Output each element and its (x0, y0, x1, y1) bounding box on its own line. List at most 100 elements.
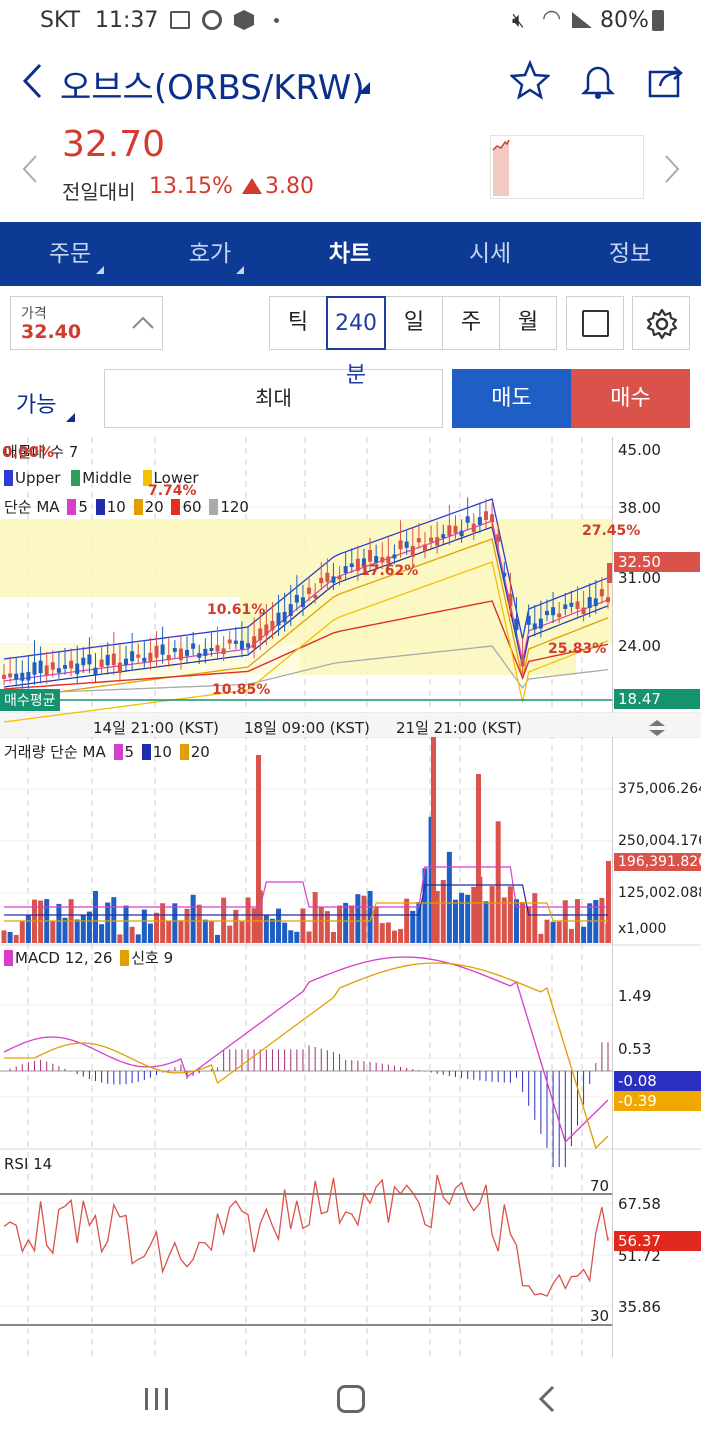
available-label[interactable]: 가능 (16, 387, 56, 419)
candle-body (117, 662, 122, 674)
tab-dropdown-icon (96, 266, 104, 274)
share-icon[interactable] (646, 60, 686, 104)
price-tick: 24.00 (618, 637, 661, 655)
ma120-swatch (209, 499, 219, 515)
home-icon[interactable] (337, 1385, 365, 1413)
tab-label: 차트 (328, 241, 372, 267)
volume-bar (312, 892, 318, 943)
gear-icon (646, 308, 678, 344)
nav-back-icon[interactable] (538, 1385, 556, 1417)
candle-body (587, 597, 592, 608)
volume-bar (221, 897, 227, 943)
volume-bar (251, 908, 257, 943)
volume-bar (355, 894, 361, 943)
back-icon[interactable] (20, 62, 46, 100)
tab-info[interactable]: 정보 (560, 222, 700, 286)
vol-ma10-label: 10 (152, 743, 172, 761)
avg-price-label: 매수평균 (0, 689, 60, 711)
volume-bar (483, 901, 489, 943)
chart-area[interactable]: 매물대 수 7 0.00% Upper Middle Lower 단순 MA 5… (0, 437, 701, 1357)
tab-order[interactable]: 주문 (0, 222, 140, 286)
volume-bar (202, 919, 208, 943)
volume-bar (337, 905, 343, 943)
candle-body (178, 648, 183, 661)
chevron-up-icon[interactable] (131, 315, 155, 335)
price-input[interactable]: 가격 32.40 (10, 296, 163, 350)
interval-tick[interactable]: 틱 (269, 296, 327, 350)
interval-week[interactable]: 주 (442, 296, 500, 350)
candle-body (368, 550, 373, 562)
candle-body (270, 620, 275, 631)
rsi-tick: 70 (590, 1177, 610, 1195)
candle-body (276, 612, 281, 626)
page-title[interactable]: 오브스(ORBS/KRW) (60, 60, 365, 109)
volume-bar (459, 892, 465, 943)
volume-bar (507, 886, 513, 943)
volume-bar (306, 931, 312, 943)
candle-body (20, 672, 25, 681)
gallery-icon (170, 11, 190, 29)
candle-body (105, 654, 110, 666)
candle-body (233, 640, 238, 644)
volume-bar (263, 915, 269, 943)
tab-chart[interactable]: 차트 (280, 222, 420, 286)
candle-body (416, 538, 421, 543)
volume-bar (404, 898, 410, 943)
bell-icon[interactable] (578, 60, 618, 104)
volume-bar (391, 930, 397, 943)
candle-body (32, 662, 37, 675)
interval-day[interactable]: 일 (385, 296, 443, 350)
change-amount: 3.80 (265, 174, 314, 199)
tab-bar: 주문 호가 차트 시세 정보 (0, 222, 701, 286)
tab-dropdown-icon (236, 266, 244, 274)
candle-body (160, 644, 165, 655)
tab-orderbook[interactable]: 호가 (140, 222, 280, 286)
candle-body (93, 667, 98, 676)
volume-bar (532, 893, 538, 943)
next-coin-icon[interactable] (664, 154, 680, 188)
prev-coin-icon[interactable] (22, 154, 38, 188)
chart-settings-button[interactable] (632, 296, 690, 350)
candle-body (197, 653, 202, 658)
available-dropdown-icon[interactable] (66, 413, 75, 422)
candle-body (575, 601, 580, 609)
star-icon[interactable] (508, 59, 552, 104)
candle-body (422, 544, 427, 551)
recent-apps-icon[interactable] (143, 1387, 171, 1415)
candle-body (569, 602, 574, 607)
chart-layout-button[interactable] (566, 296, 624, 350)
candle-body (606, 597, 610, 603)
candle-body (69, 660, 74, 669)
candle-body (124, 658, 129, 665)
candle-body (8, 673, 13, 678)
title-dropdown-icon[interactable] (358, 82, 370, 94)
candle-body (185, 650, 190, 656)
candle-body (483, 511, 488, 520)
volume-legend: 거래량 단순 MA 5 10 20 (4, 741, 210, 762)
volume-bar (215, 934, 221, 943)
mini-chart[interactable] (490, 135, 644, 199)
ma60-swatch (171, 499, 181, 515)
candle-body (264, 624, 269, 636)
candle-body (343, 566, 348, 574)
volume-bar (86, 911, 92, 943)
buy-button[interactable]: 매수 (571, 369, 690, 428)
signal-title: 신호 9 (131, 949, 174, 967)
sell-button[interactable]: 매도 (452, 369, 571, 428)
interval-240min[interactable]: 240분 (326, 296, 386, 388)
tab-quotes[interactable]: 시세 (420, 222, 560, 286)
volume-bar (117, 934, 123, 943)
resize-handle-icon[interactable] (646, 719, 668, 741)
volume-bar (147, 923, 153, 943)
interval-month[interactable]: 월 (499, 296, 557, 350)
chart-canvas[interactable] (0, 437, 701, 1357)
volume-bar (172, 903, 178, 943)
axis-divider (612, 437, 613, 1357)
candle-body (130, 651, 135, 662)
volume-bar (135, 934, 141, 943)
max-button[interactable]: 최대 (104, 369, 443, 428)
rsi-tick: 30 (590, 1307, 610, 1325)
volume-bar (410, 910, 416, 943)
volume-bar (239, 921, 245, 943)
volume-bar (93, 890, 99, 943)
